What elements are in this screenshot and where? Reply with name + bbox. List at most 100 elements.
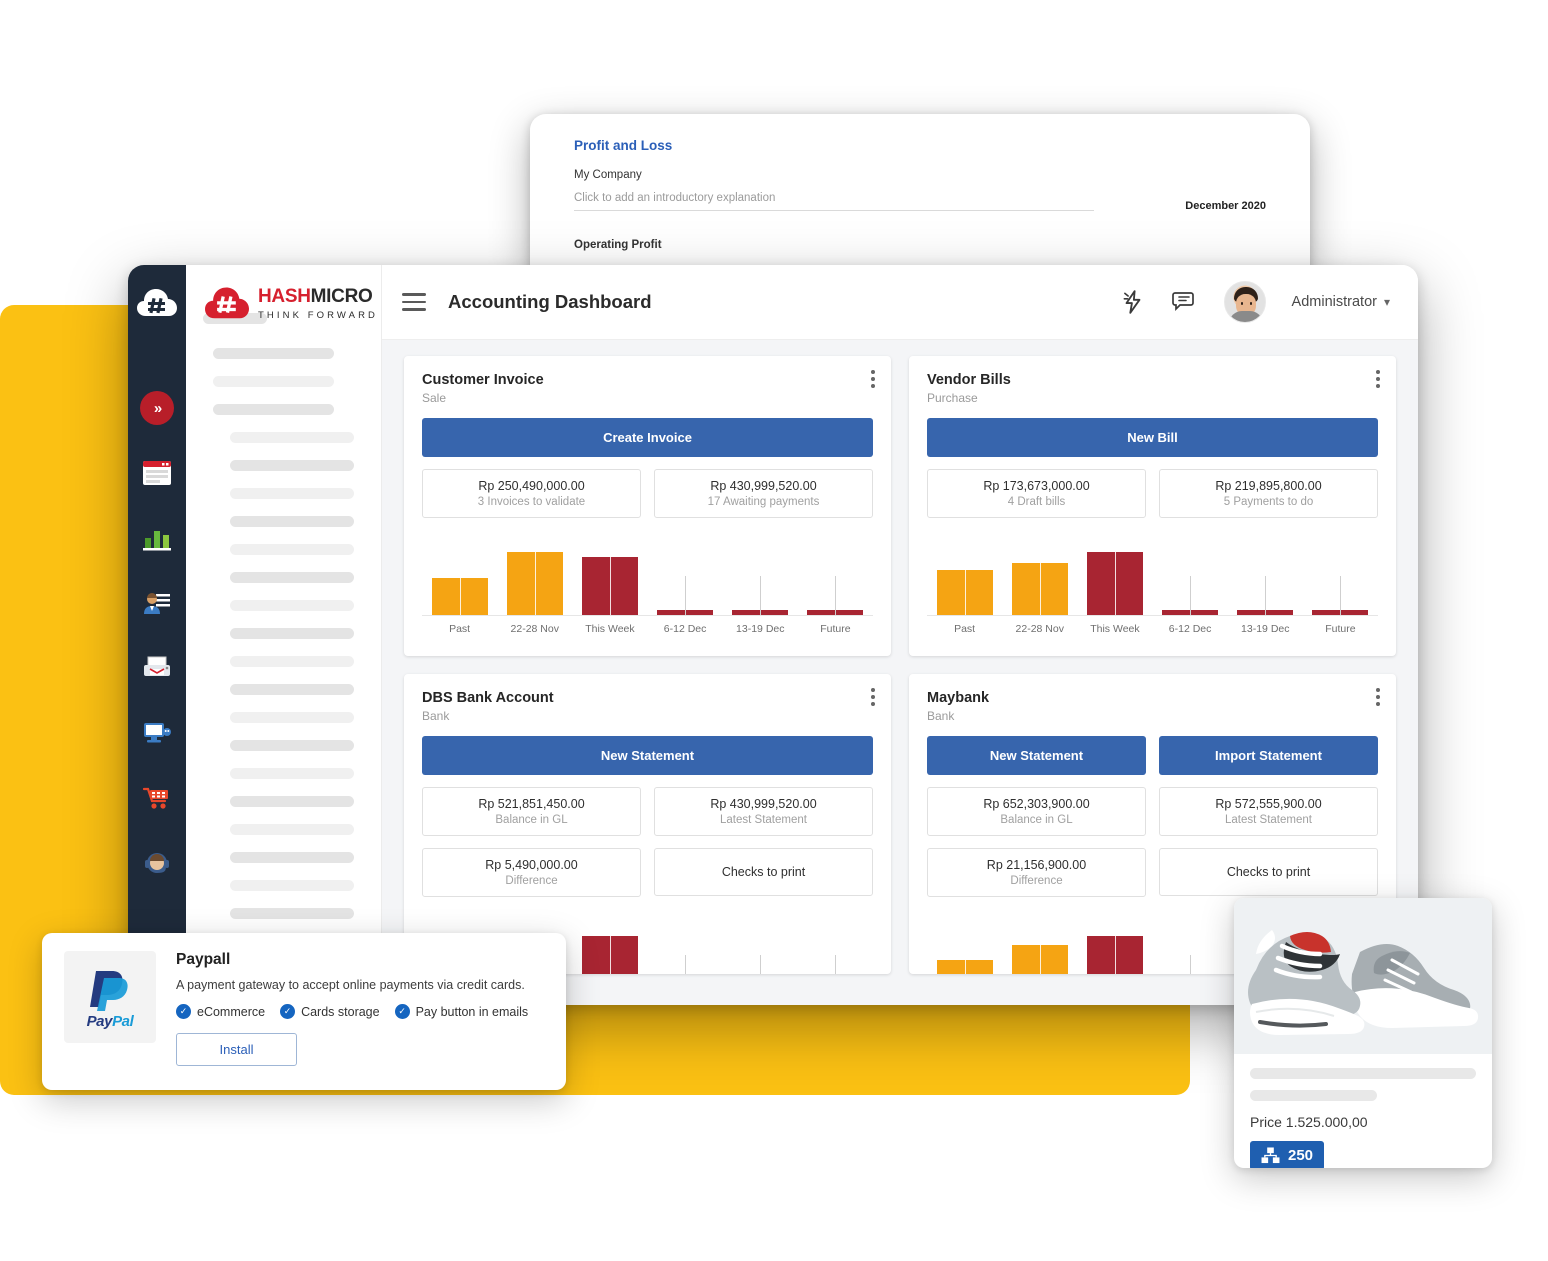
create-invoice-button[interactable]: Create Invoice bbox=[422, 418, 873, 457]
sidebar-item-monitor[interactable] bbox=[140, 716, 174, 750]
hash-cloud-icon[interactable] bbox=[128, 275, 186, 333]
chart-label: Future bbox=[820, 623, 851, 635]
stat-latest-statement[interactable]: Rp 430,999,520.00 Latest Statement bbox=[654, 787, 873, 836]
brand-name: HASHMICRO bbox=[258, 286, 373, 307]
card-title: Customer Invoice bbox=[422, 372, 544, 388]
card-title: DBS Bank Account bbox=[422, 690, 554, 706]
new-statement-button[interactable]: New Statement bbox=[927, 736, 1146, 775]
new-bill-button[interactable]: New Bill bbox=[927, 418, 1378, 457]
card-subtitle: Sale bbox=[422, 391, 447, 405]
product-price: Price 1.525.000,00 bbox=[1250, 1114, 1368, 1130]
page-title: Accounting Dashboard bbox=[448, 291, 652, 312]
hashmicro-logo[interactable]: HASHMICRO THINK FORWARD bbox=[205, 286, 378, 322]
card-menu-icon[interactable] bbox=[1376, 370, 1380, 388]
stat-latest-statement[interactable]: Rp 572,555,900.00 Latest Statement bbox=[1159, 787, 1378, 836]
card-menu-icon[interactable] bbox=[871, 370, 875, 388]
stat-label: 17 Awaiting payments bbox=[707, 496, 820, 508]
stat-label: Balance in GL bbox=[1000, 814, 1073, 826]
paypal-description: A payment gateway to accept online payme… bbox=[176, 978, 525, 992]
pl-title: Profit and Loss bbox=[574, 138, 673, 153]
chart-label: 22-28 Nov bbox=[510, 623, 559, 635]
paypal-app-card: PayPal Paypall A payment gateway to acce… bbox=[42, 933, 566, 1090]
sidebar-item-analytics[interactable] bbox=[140, 521, 174, 555]
chart-label: 13-19 Dec bbox=[736, 623, 785, 635]
chart-vendor-bills: Past 22-28 Nov This Week 6-12 Dec 13-19 … bbox=[927, 529, 1378, 638]
stat-label: Difference bbox=[1010, 875, 1063, 887]
checks-to-print-button[interactable]: Checks to print bbox=[654, 848, 873, 896]
stat-value: Rp 430,999,520.00 bbox=[710, 797, 817, 811]
chart-label: This Week bbox=[1090, 623, 1140, 635]
user-name: Administrator bbox=[1291, 294, 1377, 310]
paypal-mark-icon bbox=[90, 970, 128, 1011]
chart-label: 6-12 Dec bbox=[1168, 623, 1212, 635]
product-stock-badge[interactable]: 250 bbox=[1250, 1141, 1325, 1168]
card-menu-icon[interactable] bbox=[1376, 688, 1380, 706]
check-circle-icon: ✓ bbox=[176, 1004, 191, 1019]
chart-label: Past bbox=[954, 623, 976, 635]
feature-label: Cards storage bbox=[301, 1004, 380, 1019]
stat-payments-to-do[interactable]: Rp 219,895,800.00 5 Payments to do bbox=[1159, 469, 1378, 518]
card-title: Vendor Bills bbox=[927, 372, 1011, 388]
stat-difference[interactable]: Rp 5,490,000.00 Difference bbox=[422, 848, 641, 897]
sidebar-item-mail-printer[interactable] bbox=[140, 651, 174, 685]
lightning-bolt-icon[interactable] bbox=[1120, 289, 1146, 315]
pl-intro-input[interactable]: Click to add an introductory explanation bbox=[574, 192, 1094, 211]
support-agent-icon bbox=[145, 853, 169, 873]
printer-mail-icon bbox=[144, 656, 170, 676]
shopping-cart-icon bbox=[142, 787, 168, 809]
stat-balance-in-gl[interactable]: Rp 652,303,900.00 Balance in GL bbox=[927, 787, 1146, 836]
paypal-logo: PayPal bbox=[64, 951, 156, 1043]
card-title: Maybank bbox=[927, 690, 990, 706]
chart-label: 6-12 Dec bbox=[663, 623, 707, 635]
pl-period: December 2020 bbox=[1185, 200, 1266, 212]
import-statement-button[interactable]: Import Statement bbox=[1159, 736, 1378, 775]
user-menu[interactable]: Administrator ▾ bbox=[1292, 294, 1390, 310]
stat-value: Rp 219,895,800.00 bbox=[1215, 479, 1322, 493]
stat-label: Balance in GL bbox=[495, 814, 568, 826]
card-subtitle: Purchase bbox=[927, 391, 978, 405]
card-menu-icon[interactable] bbox=[871, 688, 875, 706]
screenshot-root: Profit and Loss My Company Click to add … bbox=[0, 0, 1548, 1261]
stat-label: Difference bbox=[505, 875, 558, 887]
chevron-down-icon: ▾ bbox=[1383, 295, 1390, 309]
checks-to-print-button[interactable]: Checks to print bbox=[1159, 848, 1378, 896]
check-circle-icon: ✓ bbox=[394, 1004, 410, 1019]
stat-value: Checks to print bbox=[1226, 865, 1311, 879]
avatar[interactable] bbox=[1223, 281, 1266, 323]
hamburger-icon[interactable] bbox=[402, 293, 426, 311]
stat-draft-bills[interactable]: Rp 173,673,000.00 4 Draft bills bbox=[927, 469, 1146, 518]
sidebar-item-contacts[interactable] bbox=[140, 586, 174, 620]
card-dbs-bank-account: DBS Bank Account Bank New Statement Rp 5… bbox=[404, 674, 891, 974]
pl-section-title: Operating Profit bbox=[574, 239, 662, 251]
new-statement-button[interactable]: New Statement bbox=[422, 736, 873, 775]
sidebar-item-support[interactable] bbox=[140, 846, 174, 880]
stat-label: Latest Statement bbox=[720, 814, 807, 826]
chat-bubbles-icon[interactable] bbox=[1171, 289, 1198, 315]
feature-pay-button-emails: ✓ Pay button in emails bbox=[394, 1004, 529, 1019]
sneakers-image bbox=[1248, 930, 1479, 1035]
main-content: Accounting Dashboard Administrator ▾ Cus… bbox=[382, 265, 1418, 1005]
stat-value: Rp 21,156,900.00 bbox=[986, 858, 1087, 872]
stock-count: 250 bbox=[1288, 1147, 1314, 1164]
stat-invoices-to-validate[interactable]: Rp 250,490,000.00 3 Invoices to validate bbox=[422, 469, 641, 518]
sidebar-item-website[interactable] bbox=[140, 456, 174, 490]
stat-value: Rp 430,999,520.00 bbox=[710, 479, 817, 493]
analytics-chart-icon bbox=[143, 531, 171, 551]
stat-difference[interactable]: Rp 21,156,900.00 Difference bbox=[927, 848, 1146, 897]
card-subtitle: Bank bbox=[422, 709, 450, 723]
chart-label: This Week bbox=[585, 623, 635, 635]
stat-value: Rp 173,673,000.00 bbox=[983, 479, 1090, 493]
feature-ecommerce: ✓ eCommerce bbox=[176, 1004, 265, 1019]
website-builder-icon bbox=[143, 461, 171, 485]
profit-and-loss-window: Profit and Loss My Company Click to add … bbox=[530, 114, 1310, 274]
paypal-wordmark: PayPal bbox=[86, 1012, 134, 1030]
stat-awaiting-payments[interactable]: Rp 430,999,520.00 17 Awaiting payments bbox=[654, 469, 873, 518]
feature-label: Pay button in emails bbox=[415, 1004, 529, 1019]
check-circle-icon: ✓ bbox=[280, 1004, 296, 1019]
sidebar-item-sales[interactable] bbox=[140, 781, 174, 815]
install-button[interactable]: Install bbox=[176, 1033, 297, 1066]
hashmicro-cloud-icon bbox=[205, 287, 249, 319]
sidebar-item-expand[interactable]: » bbox=[140, 391, 174, 425]
stat-balance-in-gl[interactable]: Rp 521,851,450.00 Balance in GL bbox=[422, 787, 641, 836]
stat-label: 5 Payments to do bbox=[1223, 496, 1314, 508]
